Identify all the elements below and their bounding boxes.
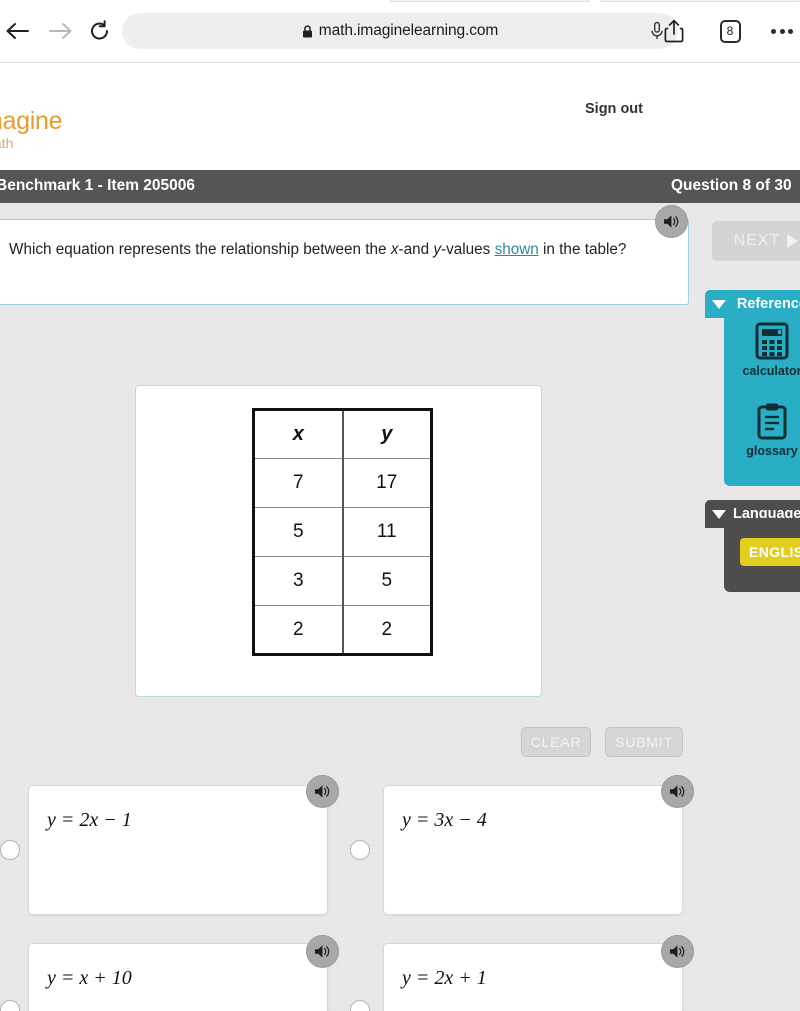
stimulus-card: x y 7 17 5 11 3 5 2 2 xyxy=(135,385,542,697)
more-options-icon[interactable] xyxy=(764,13,800,49)
site-header: magine Math Sign out xyxy=(0,63,800,170)
submit-button[interactable]: SUBMIT xyxy=(605,727,683,757)
english-language-button[interactable]: ENGLISH xyxy=(740,538,800,566)
cell-x: 5 xyxy=(253,507,343,557)
glossary-icon xyxy=(757,403,787,440)
table-header-y: y xyxy=(341,409,432,459)
glossary-tool[interactable]: glossary xyxy=(724,402,800,458)
answer-choice-c[interactable]: y = x + 10 xyxy=(28,943,328,1011)
browser-tab[interactable] xyxy=(390,0,590,2)
answer-choice-c-text: y = x + 10 xyxy=(47,967,132,989)
glossary-tool-label: glossary xyxy=(746,444,798,458)
assessment-title-bar: Benchmark 1 - Item 205006 Question 8 of … xyxy=(0,170,800,203)
y-variable: y xyxy=(433,241,441,258)
answer-c-speaker-icon[interactable] xyxy=(306,935,339,968)
share-icon[interactable] xyxy=(656,13,692,49)
answer-choice-a[interactable]: y = 2x − 1 xyxy=(28,785,328,915)
logo-sub-text: Math xyxy=(0,135,14,151)
tab-count-button[interactable]: 8 xyxy=(712,13,748,49)
clear-button[interactable]: CLEAR xyxy=(521,727,591,757)
url-bar[interactable]: math.imaginelearning.com xyxy=(122,13,678,49)
sign-out-link[interactable]: Sign out xyxy=(585,101,643,117)
cell-x: 2 xyxy=(253,605,343,655)
lock-icon xyxy=(302,24,312,37)
benchmark-item-label: Benchmark 1 - Item 205006 xyxy=(0,177,196,194)
answer-d-speaker-icon[interactable] xyxy=(661,935,694,968)
table-row: 7 17 xyxy=(253,458,432,508)
table-row: 2 2 xyxy=(253,605,432,655)
answer-choice-b-text: y = 3x − 4 xyxy=(402,809,487,831)
cell-y: 11 xyxy=(341,507,432,557)
reload-icon[interactable] xyxy=(82,13,118,49)
answer-radio-d[interactable] xyxy=(350,1000,370,1011)
calculator-tool[interactable]: calculator xyxy=(724,322,800,378)
calculator-icon xyxy=(755,322,789,360)
answer-radio-a[interactable] xyxy=(0,840,20,860)
question-suffix: in the table? xyxy=(538,241,627,258)
chevron-down-icon xyxy=(712,509,726,519)
answer-a-speaker-icon[interactable] xyxy=(306,775,339,808)
cell-x: 3 xyxy=(253,556,343,606)
shown-link[interactable]: shown xyxy=(495,241,539,258)
answer-radio-b[interactable] xyxy=(350,840,370,860)
back-icon[interactable] xyxy=(0,13,36,49)
table-row: 5 11 xyxy=(253,507,432,557)
calculator-tool-label: calculator xyxy=(742,364,800,378)
tab-count-label: 8 xyxy=(719,19,741,43)
browser-tab[interactable] xyxy=(600,0,800,2)
next-button-label: NEXT xyxy=(733,232,781,249)
question-stem-text: Which equation represents the relationsh… xyxy=(9,237,654,262)
cell-x: 7 xyxy=(253,458,343,508)
browser-chrome: math.imaginelearning.com 8 xyxy=(0,0,800,63)
question-after-y: -values xyxy=(441,241,495,258)
imagine-math-logo[interactable]: magine Math xyxy=(0,107,63,151)
question-prefix: Which equation represents the relationsh… xyxy=(9,241,391,258)
question-stem-card: Which equation represents the relationsh… xyxy=(0,219,689,305)
question-mid: -and xyxy=(398,241,434,258)
answer-choice-b[interactable]: y = 3x − 4 xyxy=(383,785,683,915)
chevron-down-icon xyxy=(712,299,726,309)
answer-radio-c[interactable] xyxy=(0,1000,20,1011)
next-button[interactable]: NEXT xyxy=(712,221,800,261)
logo-main-text: magine xyxy=(0,107,63,135)
cell-y: 2 xyxy=(341,605,432,655)
answer-choice-d-text: y = 2x + 1 xyxy=(402,967,487,989)
table-header-row: x y xyxy=(253,409,432,459)
table-row: 3 5 xyxy=(253,556,432,606)
page-content: magine Math Sign out Benchmark 1 - Item … xyxy=(0,63,800,1011)
url-text: math.imaginelearning.com xyxy=(318,22,499,39)
forward-icon[interactable] xyxy=(42,13,78,49)
xy-data-table: x y 7 17 5 11 3 5 2 2 xyxy=(252,408,433,656)
cell-y: 5 xyxy=(341,556,432,606)
language-panel: ENGLISH xyxy=(724,518,800,592)
question-speaker-icon[interactable] xyxy=(655,205,688,238)
answer-choice-a-text: y = 2x − 1 xyxy=(47,809,132,831)
question-counter-label: Question 8 of 30 xyxy=(671,177,792,194)
answer-b-speaker-icon[interactable] xyxy=(661,775,694,808)
cell-y: 17 xyxy=(341,458,432,508)
table-header-x: x xyxy=(253,409,343,459)
references-panel: calculator glossary xyxy=(724,308,800,486)
answer-choice-d[interactable]: y = 2x + 1 xyxy=(383,943,683,1011)
play-triangle-icon xyxy=(787,234,799,248)
